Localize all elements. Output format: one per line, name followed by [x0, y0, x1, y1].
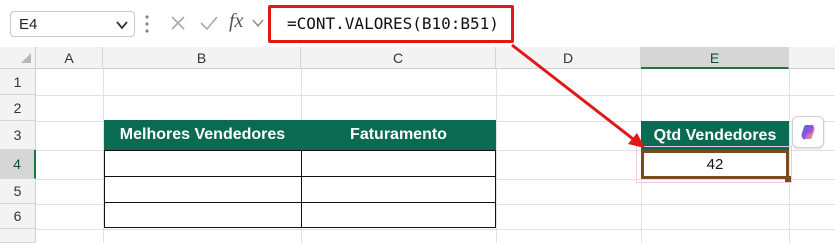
chevron-down-icon[interactable] — [115, 18, 129, 32]
column-header-d[interactable]: D — [496, 47, 641, 69]
fill-handle[interactable] — [785, 176, 791, 182]
copilot-button[interactable] — [792, 116, 824, 148]
select-all-corner[interactable] — [0, 47, 36, 69]
fx-icon[interactable]: fx — [229, 10, 243, 33]
column-header-b[interactable]: B — [103, 47, 301, 69]
table-cell[interactable] — [104, 150, 302, 177]
name-box[interactable]: E4 — [10, 11, 135, 37]
table-cell[interactable] — [301, 202, 496, 228]
select-all-triangle-icon — [21, 53, 31, 63]
row-header-2[interactable]: 2 — [0, 95, 36, 121]
table-cell[interactable] — [301, 150, 496, 177]
table-cell[interactable] — [104, 202, 302, 228]
result-cell-e4[interactable]: 42 — [641, 150, 789, 179]
row-header-5[interactable]: 5 — [0, 179, 36, 204]
column-header-e[interactable]: E — [641, 47, 789, 69]
formula-highlight: =CONT.VALORES(B10:B51) — [268, 5, 514, 43]
table-header-melhores-vendedores[interactable]: Melhores Vendedores — [104, 120, 301, 150]
row-header-7[interactable] — [0, 229, 36, 243]
row-header-1[interactable]: 1 — [0, 69, 36, 95]
cancel-icon[interactable] — [170, 15, 186, 31]
column-header-c[interactable]: C — [301, 47, 496, 69]
enter-icon[interactable] — [199, 15, 219, 31]
formula-bar: E4 fx =CONT.VALORES(B10:B51) — [0, 0, 835, 48]
table-cell[interactable] — [301, 176, 496, 203]
gridline — [36, 229, 835, 230]
gridline — [36, 95, 835, 96]
table-cell[interactable] — [104, 176, 302, 203]
column-header-a[interactable]: A — [36, 47, 103, 69]
table-header-faturamento[interactable]: Faturamento — [301, 120, 496, 150]
name-box-value: E4 — [19, 16, 38, 33]
row-header-3[interactable]: 3 — [0, 121, 36, 150]
more-dots-icon — [145, 15, 149, 33]
formula-text: =CONT.VALORES(B10:B51) — [287, 14, 499, 33]
row-header-6[interactable]: 6 — [0, 204, 36, 229]
chevron-down-icon[interactable] — [252, 18, 264, 28]
copilot-icon — [801, 124, 815, 140]
column-header-f[interactable] — [789, 47, 835, 69]
row-header-4[interactable]: 4 — [0, 150, 36, 179]
